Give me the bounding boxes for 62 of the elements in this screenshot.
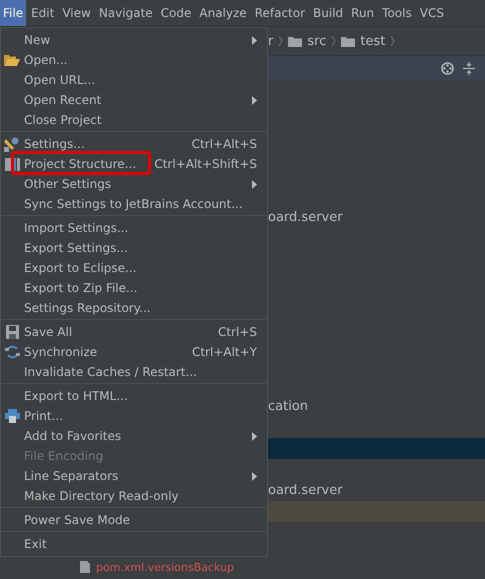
shortcut-text: Ctrl+Alt+S: [192, 137, 257, 151]
menu-bar-item[interactable]: Navigate: [96, 0, 156, 26]
menu-bar-item[interactable]: VCS: [416, 0, 447, 26]
menu-item[interactable]: Exit: [23, 534, 267, 554]
menu-bar-item[interactable]: Tools: [379, 0, 415, 26]
menu-bar-item[interactable]: View: [59, 0, 94, 26]
tree-item[interactable]: oard.server: [268, 483, 343, 498]
menu-item[interactable]: Print...: [23, 406, 267, 426]
menu-bar-item[interactable]: Analyze: [196, 0, 250, 26]
menu-item[interactable]: Sync Settings to JetBrains Account...: [23, 194, 267, 214]
menu-bar-item[interactable]: Code: [158, 0, 194, 26]
menu-item[interactable]: Export to Zip File...: [23, 278, 267, 298]
submenu-arrow-icon: [252, 432, 257, 440]
menu-item[interactable]: Invalidate Caches / Restart...: [23, 362, 267, 382]
menu-item[interactable]: Close Project: [23, 110, 267, 130]
chevron-icon: [278, 35, 284, 47]
menu-item[interactable]: Settings... Ctrl+Alt+S: [23, 134, 267, 154]
breadcrumb-item[interactable]: r: [268, 34, 274, 48]
menu-item[interactable]: Project Structure... Ctrl+Alt+Shift+S: [23, 154, 267, 174]
chevron-icon: [331, 35, 336, 47]
sync-icon: [4, 345, 20, 359]
menu-bar-item[interactable]: File: [0, 0, 26, 26]
menu-item[interactable]: Settings Repository...: [23, 298, 267, 318]
menu-item[interactable]: Save All Ctrl+S: [23, 322, 267, 342]
menu-bar-item[interactable]: Edit: [28, 0, 58, 26]
shortcut-text: Ctrl+S: [218, 325, 257, 339]
menu-item[interactable]: Export to Eclipse...: [23, 258, 267, 278]
breadcrumb-item[interactable]: test: [360, 34, 386, 48]
menu-item[interactable]: Import Settings...: [23, 218, 267, 238]
menu-item[interactable]: Other Settings: [23, 174, 267, 194]
submenu-arrow-icon: [252, 180, 257, 188]
menu-item[interactable]: New: [23, 30, 267, 50]
breadcrumb-item[interactable]: src: [307, 34, 326, 48]
menu-item[interactable]: Export to HTML...: [23, 386, 267, 406]
file-icon: [80, 561, 90, 573]
folder-icon: [341, 36, 356, 46]
submenu-arrow-icon: [252, 472, 257, 480]
menu-item[interactable]: Make Directory Read-only: [23, 486, 267, 506]
printer-icon: [4, 409, 20, 423]
structure-icon: [4, 156, 20, 172]
chevron-icon: [390, 35, 396, 47]
menu-item[interactable]: Synchronize Ctrl+Alt+Y: [23, 342, 267, 362]
folder-icon: [288, 36, 302, 46]
shortcut-text: Ctrl+Alt+Y: [192, 345, 257, 359]
menu-item[interactable]: Open URL...: [23, 70, 267, 90]
tree-item[interactable]: cation: [268, 399, 308, 414]
menu-bar-item[interactable]: Build: [310, 0, 346, 26]
menu-item[interactable]: Add to Favorites: [23, 426, 267, 446]
menu-item[interactable]: Power Save Mode: [23, 510, 267, 530]
menu-item[interactable]: Open Recent: [23, 90, 267, 110]
folder-icon: [4, 54, 20, 66]
menu-item[interactable]: Export Settings...: [23, 238, 267, 258]
menu-item[interactable]: Open...: [23, 50, 267, 70]
menu-bar-item[interactable]: Refactor: [252, 0, 308, 26]
target-icon[interactable]: [441, 62, 454, 75]
menu-bar-item[interactable]: Run: [348, 0, 378, 26]
collapse-icon[interactable]: [463, 62, 475, 75]
menu-item[interactable]: Line Separators: [23, 466, 267, 486]
submenu-arrow-icon: [252, 96, 257, 104]
tree-item[interactable]: oard.server: [268, 210, 343, 225]
shortcut-text: Ctrl+Alt+Shift+S: [154, 157, 257, 171]
submenu-arrow-icon: [252, 36, 257, 44]
